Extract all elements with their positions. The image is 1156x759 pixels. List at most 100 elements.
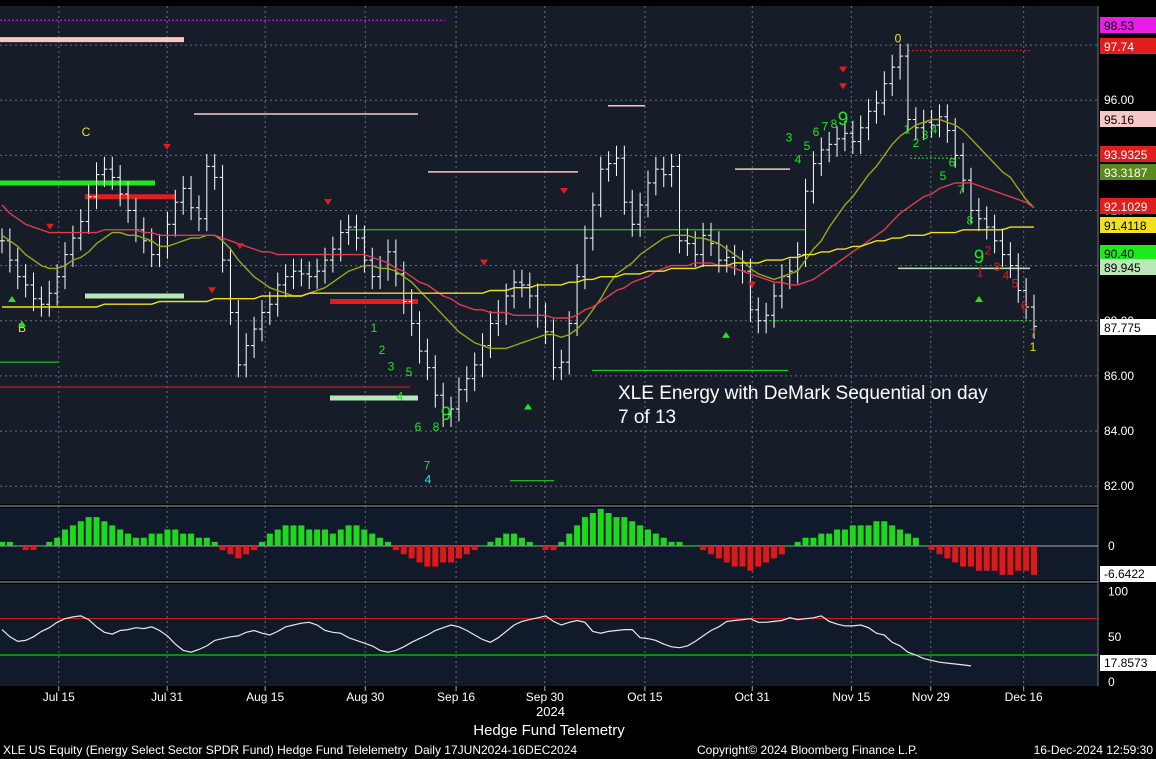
setup-number-sell: 2 — [913, 136, 920, 150]
osc-bar — [424, 546, 431, 567]
osc-bar — [542, 546, 549, 551]
osc-bar — [928, 546, 935, 551]
chart-title: Hedge Fund Telemetry — [473, 722, 625, 739]
osc-tick-label: 0 — [1108, 539, 1115, 553]
osc-bar — [164, 529, 171, 546]
osc-bar — [1031, 546, 1037, 575]
price-tick-label: 86.00 — [1104, 369, 1134, 383]
osc-bar — [794, 541, 801, 546]
countdown-number: 5 — [1012, 277, 1019, 291]
osc-bar — [455, 546, 462, 559]
osc-bar — [77, 521, 84, 546]
osc-bar — [708, 546, 715, 555]
osc-bar — [778, 546, 785, 555]
osc-bar — [266, 533, 273, 546]
osc-bar — [416, 546, 423, 563]
setup-number: 5 — [406, 365, 413, 379]
osc-bar — [511, 533, 518, 546]
osc-bar — [999, 546, 1006, 575]
osc-bar — [723, 546, 730, 563]
year-label: 2024 — [536, 704, 565, 719]
osc-bar — [550, 546, 557, 551]
price-tick-label: 96.00 — [1104, 93, 1134, 107]
x-tick-label: Oct 31 — [735, 690, 771, 704]
osc-bar — [377, 537, 384, 546]
osc-bar — [755, 546, 762, 567]
setup-number-sell: 3 — [922, 128, 929, 142]
osc-bar — [306, 529, 313, 546]
setup-number-upper: 4 — [795, 153, 802, 167]
countdown-number: 3 — [994, 260, 1001, 274]
osc-bar — [14, 546, 21, 547]
osc-bar — [983, 546, 990, 571]
osc-bar — [93, 517, 100, 546]
price-tick-label: 84.00 — [1104, 424, 1134, 438]
osc-bar — [290, 525, 297, 546]
osc-bar — [771, 546, 778, 559]
osc-bar — [62, 529, 69, 546]
osc-bar — [889, 525, 896, 546]
osc-bar — [440, 546, 447, 563]
osc-bar — [818, 533, 825, 546]
countdown-number: 7 — [1030, 326, 1037, 340]
osc-bar — [739, 546, 746, 567]
osc-bar — [621, 517, 628, 546]
osc-bar — [495, 537, 502, 546]
osc-bar — [109, 525, 116, 546]
setup-number: 7 — [424, 459, 431, 473]
setup-number-upper: 3 — [786, 131, 793, 145]
osc-bar — [652, 533, 659, 546]
setup-number: 4 — [397, 390, 404, 404]
osc-bar — [46, 541, 53, 546]
letter-four: 4 — [425, 472, 432, 486]
osc-bar — [471, 546, 478, 551]
osc-bar — [188, 533, 195, 546]
osc-bar — [0, 541, 5, 546]
osc-bar — [172, 529, 179, 546]
osc-bar — [826, 533, 833, 546]
osc-bar — [566, 533, 573, 546]
osc-bar — [361, 529, 368, 546]
footer-left: XLE US Equity (Energy Select Sector SPDR… — [3, 743, 578, 757]
x-tick-label: Dec 16 — [1005, 690, 1043, 704]
price-tag: 98.53 — [1104, 19, 1134, 33]
osc-bar — [975, 546, 982, 571]
osc-bar — [731, 546, 738, 567]
osc-bar — [180, 533, 187, 546]
osc-bar — [629, 521, 636, 546]
countdown-number: 4 — [1003, 268, 1010, 282]
setup-number-sell: 4 — [931, 122, 938, 136]
countdown-number: 2 — [985, 244, 992, 258]
osc-bar — [503, 533, 510, 546]
osc-bar — [912, 537, 919, 546]
osc-bar — [85, 517, 92, 546]
osc-bar — [148, 533, 155, 546]
osc-bar — [676, 541, 683, 546]
x-tick-label: Sep 30 — [526, 690, 564, 704]
osc-bar — [69, 525, 76, 546]
osc-bar — [1023, 546, 1030, 571]
osc-bar — [385, 541, 392, 546]
osc-bar — [235, 546, 242, 559]
osc-bar — [810, 537, 817, 546]
osc-bar — [613, 517, 620, 546]
setup-nine: 9 — [441, 404, 452, 425]
osc-bar — [392, 546, 399, 551]
osc-bar — [140, 537, 147, 546]
osc-bar — [747, 546, 754, 571]
osc-bar — [211, 541, 218, 546]
price-tag: 89.945 — [1104, 261, 1141, 275]
setup-number-upper: 7 — [822, 120, 829, 134]
osc-bar — [605, 513, 612, 546]
osc-bar — [258, 541, 265, 546]
osc-bar — [1015, 546, 1022, 571]
letter-c: C — [82, 125, 91, 139]
setup-number: 8 — [433, 420, 440, 434]
osc-bar — [644, 529, 651, 546]
chart-annotation: XLE Energy with DeMark Sequential on day… — [618, 383, 988, 428]
setup-number: 6 — [415, 420, 422, 434]
setup-number: 3 — [388, 359, 395, 373]
osc-bar — [195, 537, 202, 546]
rsi-tick-label: 0 — [1108, 675, 1115, 689]
osc-bar — [904, 533, 911, 546]
